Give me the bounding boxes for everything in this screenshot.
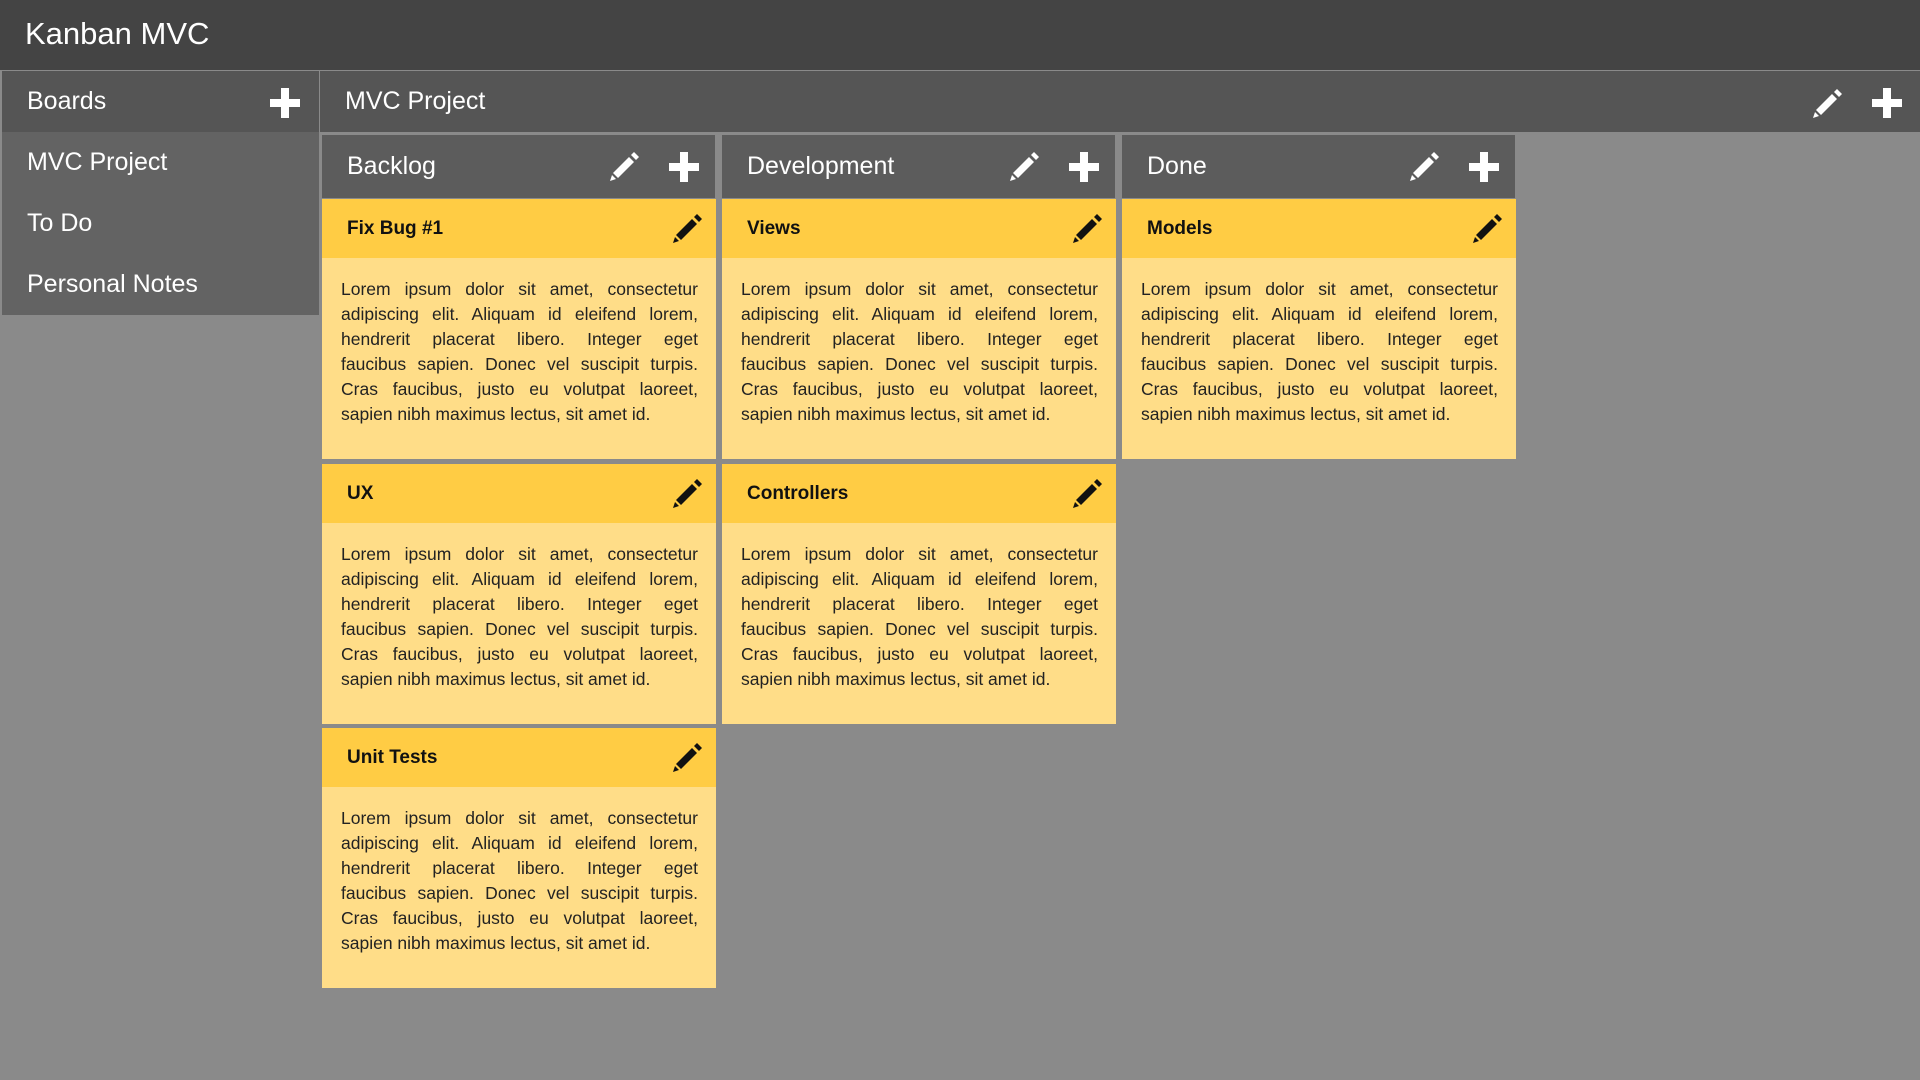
column-header-development: Development [722, 135, 1115, 198]
card-body: Lorem ipsum dolor sit amet, consectetur … [341, 279, 698, 424]
card-title: Controllers [747, 483, 849, 504]
sidebar-item-mvc-project[interactable]: MVC Project [2, 132, 319, 193]
card-fix-bug-1[interactable]: Fix Bug #1 Lorem ipsum dolor sit amet, c… [322, 199, 716, 459]
sidebar-item-label: Personal Notes [27, 270, 198, 298]
pencil-icon [610, 152, 639, 181]
card-header: UX [322, 464, 716, 523]
edit-card-button[interactable] [1070, 211, 1104, 245]
card-header: Controllers [722, 464, 1116, 523]
card-body: Lorem ipsum dolor sit amet, consectetur … [741, 279, 1098, 424]
card-title: Fix Bug #1 [347, 218, 444, 239]
card-header: Unit Tests [322, 728, 716, 787]
pencil-icon [1010, 152, 1039, 181]
card-title: UX [347, 483, 374, 504]
sidebar-item-personal-notes[interactable]: Personal Notes [2, 254, 319, 315]
sidebar-item-to-do[interactable]: To Do [2, 193, 319, 254]
card-ux[interactable]: UX Lorem ipsum dolor sit amet, consectet… [322, 464, 716, 724]
plus-icon [270, 88, 300, 118]
pencil-icon [673, 214, 702, 243]
card-models[interactable]: Models Lorem ipsum dolor sit amet, conse… [1122, 199, 1516, 459]
card-title: Views [747, 218, 801, 239]
pencil-icon [1813, 89, 1842, 118]
card-header: Views [722, 199, 1116, 258]
sidebar-item-label: To Do [27, 209, 93, 237]
pencil-icon [1073, 479, 1102, 508]
plus-icon [1069, 152, 1099, 182]
card-header: Models [1122, 199, 1516, 258]
card-body: Lorem ipsum dolor sit amet, consectetur … [1141, 279, 1498, 424]
card-controllers[interactable]: Controllers Lorem ipsum dolor sit amet, … [722, 464, 1116, 724]
pencil-icon [673, 479, 702, 508]
add-card-button[interactable] [669, 152, 699, 182]
pencil-icon [673, 743, 702, 772]
edit-card-button[interactable] [1470, 211, 1504, 245]
column-title: Backlog [347, 152, 436, 180]
edit-column-button[interactable] [1007, 149, 1041, 183]
add-card-button[interactable] [1069, 152, 1099, 182]
card-body: Lorem ipsum dolor sit amet, consectetur … [341, 544, 698, 689]
board-title: MVC Project [345, 87, 486, 115]
column-title: Development [747, 152, 895, 180]
boards-sidebar: Boards MVC Project To Do Personal Notes [2, 71, 319, 315]
add-board-button[interactable] [270, 88, 300, 118]
pencil-icon [1473, 214, 1502, 243]
column-header-backlog: Backlog [322, 135, 715, 198]
card-header: Fix Bug #1 [322, 199, 716, 258]
column-header-done: Done [1122, 135, 1515, 198]
sidebar-title: Boards [27, 87, 107, 115]
card-title: Models [1147, 218, 1213, 239]
plus-icon [1872, 88, 1902, 118]
add-column-button[interactable] [1872, 88, 1902, 118]
card-body: Lorem ipsum dolor sit amet, consectetur … [741, 544, 1098, 689]
plus-icon [1469, 152, 1499, 182]
column-title: Done [1147, 152, 1207, 180]
board-header: MVC Project [320, 71, 1920, 132]
app-title: Kanban MVC [25, 16, 210, 51]
plus-icon [669, 152, 699, 182]
edit-column-button[interactable] [1407, 149, 1441, 183]
add-card-button[interactable] [1469, 152, 1499, 182]
edit-card-button[interactable] [1070, 476, 1104, 510]
edit-board-button[interactable] [1810, 86, 1844, 120]
card-unit-tests[interactable]: Unit Tests Lorem ipsum dolor sit amet, c… [322, 728, 716, 988]
pencil-icon [1073, 214, 1102, 243]
pencil-icon [1410, 152, 1439, 181]
edit-column-button[interactable] [607, 149, 641, 183]
card-body: Lorem ipsum dolor sit amet, consectetur … [341, 808, 698, 953]
card-title: Unit Tests [347, 747, 438, 768]
edit-card-button[interactable] [670, 211, 704, 245]
sidebar-header: Boards [2, 71, 319, 132]
sidebar-item-label: MVC Project [27, 148, 168, 176]
app-header: Kanban MVC [0, 0, 1920, 70]
edit-card-button[interactable] [670, 476, 704, 510]
card-views[interactable]: Views Lorem ipsum dolor sit amet, consec… [722, 199, 1116, 459]
edit-card-button[interactable] [670, 740, 704, 774]
